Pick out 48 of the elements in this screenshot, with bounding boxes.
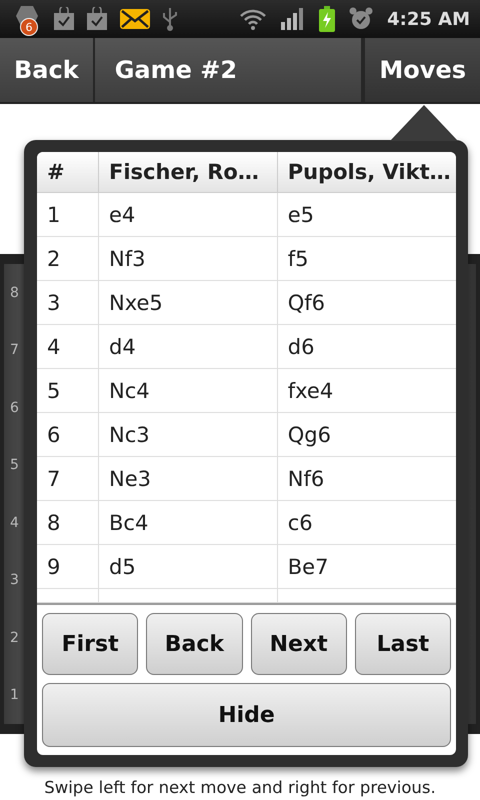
- hide-button[interactable]: Hide: [42, 683, 451, 747]
- rank-label: 1: [10, 687, 19, 704]
- battery-charging-icon: [319, 6, 336, 32]
- notification-count: 6: [20, 18, 38, 36]
- signal-icon: [281, 8, 306, 30]
- envelope-icon: [119, 8, 151, 30]
- nav-button[interactable]: Last: [354, 613, 451, 675]
- back-button[interactable]: Back: [0, 38, 95, 102]
- column-header: Pupols, Vikt…: [277, 152, 456, 192]
- wifi-icon: [239, 8, 268, 30]
- table-cell: 5: [37, 368, 98, 412]
- table-cell: 3: [37, 280, 98, 324]
- table-cell: d5: [98, 544, 278, 588]
- table-cell: 1: [37, 192, 98, 236]
- rank-label: 6: [10, 400, 19, 416]
- table-cell: Nxe5: [98, 280, 278, 324]
- shopping-bag-icon: [86, 7, 108, 31]
- table-cell: 6: [37, 412, 98, 456]
- rank-label: 8: [10, 284, 19, 301]
- table-cell: d4: [98, 324, 278, 368]
- hint-text: Swipe left for next move and right for previous.: [44, 778, 436, 797]
- table-cell: Nf3: [98, 236, 278, 280]
- alarm-clock-icon: [349, 7, 374, 31]
- moves-button[interactable]: Moves: [363, 38, 480, 102]
- shopping-bag-icon: [53, 7, 75, 31]
- table-cell: 8: [37, 500, 98, 544]
- table-cell: Ne3: [98, 456, 278, 500]
- screen-title: Game #2: [94, 38, 364, 102]
- rank-label: 5: [10, 457, 19, 474]
- nav-button[interactable]: First: [42, 613, 138, 675]
- status-time: 4:25 AM: [387, 8, 470, 30]
- table-cell: Nc3: [98, 412, 278, 456]
- table-cell: e4: [98, 192, 278, 236]
- table-cell: 2: [37, 236, 98, 280]
- table-cell: 7: [37, 456, 98, 500]
- nav-button[interactable]: Back: [146, 613, 242, 675]
- nav-button[interactable]: Next: [250, 613, 347, 675]
- column-header: #: [37, 152, 98, 192]
- rank-label: 7: [10, 342, 19, 358]
- table-cell: Nc4: [98, 368, 278, 412]
- rank-label: 2: [10, 630, 19, 646]
- rank-label: 4: [10, 514, 19, 531]
- table-cell: 4: [37, 324, 98, 368]
- table-cell: Bc4: [98, 500, 278, 544]
- usb-icon: [162, 6, 178, 32]
- rank-label: 3: [10, 572, 19, 588]
- table-cell: 9: [37, 544, 98, 588]
- column-header: Fischer, Ro…: [98, 152, 278, 192]
